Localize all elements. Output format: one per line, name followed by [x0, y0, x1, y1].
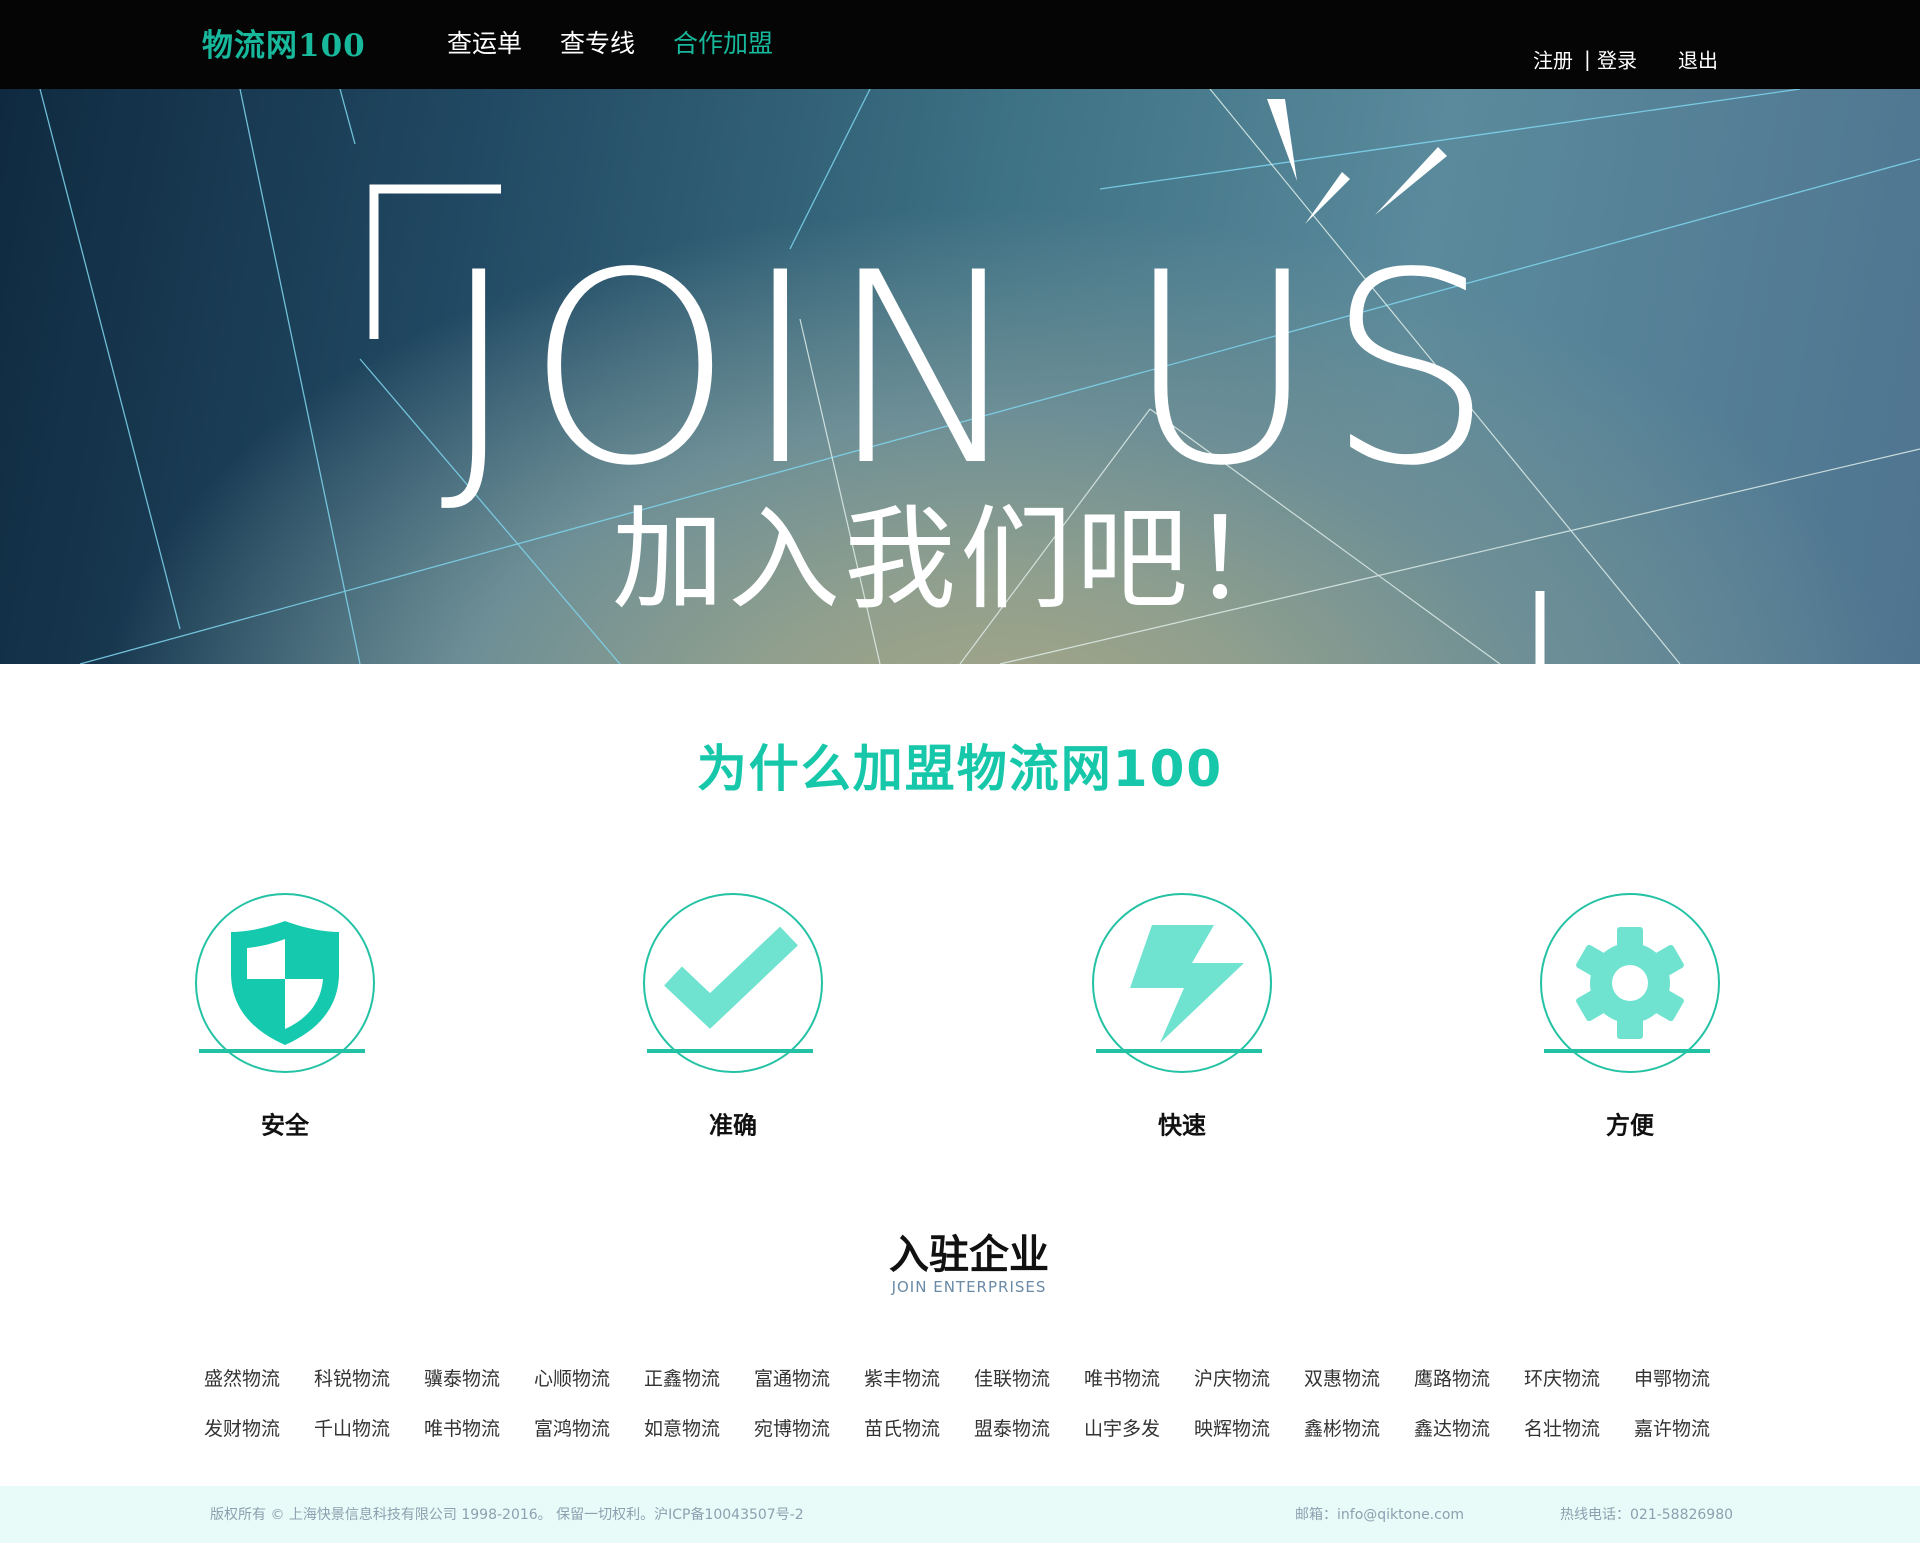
enterprises-title: 入驻企业	[889, 1232, 1049, 1278]
enterprise-item[interactable]: 科锐物流	[314, 1368, 424, 1391]
enterprise-item[interactable]: 唯书物流	[1084, 1368, 1194, 1391]
enterprise-item[interactable]: 环庆物流	[1524, 1368, 1634, 1391]
checkmark-icon	[664, 926, 798, 1029]
enterprise-item[interactable]: 佳联物流	[974, 1368, 1084, 1391]
feature-label-accurate: 准确	[709, 1111, 757, 1140]
top-navbar: 物流网100 查运单 查专线 合作加盟 注册 | 登录 退出	[0, 0, 1920, 89]
enterprise-item[interactable]: 宛博物流	[754, 1418, 864, 1441]
footer-copyright: 版权所有 © 上海快景信息科技有限公司 1998-2016。 保留一切权利。沪I…	[210, 1507, 804, 1523]
enterprise-item[interactable]: 苗氏物流	[864, 1418, 974, 1441]
enterprise-item[interactable]: 紫丰物流	[864, 1368, 974, 1391]
enterprise-item[interactable]: 鑫彬物流	[1304, 1418, 1414, 1441]
feature-label-safe: 安全	[261, 1111, 309, 1140]
enterprise-item[interactable]: 沪庆物流	[1194, 1368, 1304, 1391]
enterprise-item[interactable]: 名壮物流	[1524, 1418, 1634, 1441]
footer-email: 邮箱：info@qiktone.com	[1295, 1507, 1465, 1523]
enterprise-item[interactable]: 如意物流	[644, 1418, 754, 1441]
feature-convenient	[1540, 893, 1720, 1078]
enterprise-item[interactable]: 正鑫物流	[644, 1368, 754, 1391]
enterprise-item[interactable]: 发财物流	[204, 1418, 314, 1441]
site-logo[interactable]: 物流网100	[202, 31, 366, 62]
enterprise-item[interactable]: 嘉许物流	[1634, 1418, 1744, 1441]
nav-item-partnership[interactable]: 合作加盟	[673, 29, 773, 59]
enterprise-item[interactable]: 唯书物流	[424, 1418, 534, 1441]
enterprises-subtitle: JOIN ENTERPRISES	[891, 1278, 1047, 1296]
enterprise-item[interactable]: 盛然物流	[204, 1368, 314, 1391]
nav-item-search-lines[interactable]: 查专线	[560, 29, 635, 59]
nav-item-track-waybill[interactable]: 查运单	[447, 29, 522, 59]
shield-icon	[231, 921, 339, 1045]
enterprise-item[interactable]: 骥泰物流	[424, 1368, 534, 1391]
feature-label-fast: 快速	[1158, 1111, 1206, 1140]
why-join-title: 为什么加盟物流网100	[696, 740, 1224, 798]
enterprise-item[interactable]: 鹰路物流	[1414, 1368, 1524, 1391]
gear-icon	[1576, 927, 1684, 1039]
feature-safe	[195, 893, 375, 1078]
enterprise-item[interactable]: 盟泰物流	[974, 1418, 1084, 1441]
enterprise-item[interactable]: 申鄂物流	[1634, 1368, 1744, 1391]
feature-fast	[1092, 893, 1272, 1078]
lightning-icon	[1130, 925, 1244, 1043]
enterprise-item[interactable]: 富通物流	[754, 1368, 864, 1391]
hero-title-cn: 加入我们吧！	[612, 495, 1308, 625]
enterprise-item[interactable]: 双惠物流	[1304, 1368, 1414, 1391]
enterprise-item[interactable]: 映辉物流	[1194, 1418, 1304, 1441]
enterprise-item[interactable]: 山宇多发	[1084, 1418, 1194, 1441]
footer: 版权所有 © 上海快景信息科技有限公司 1998-2016。 保留一切权利。沪I…	[0, 1486, 1920, 1543]
enterprise-item[interactable]: 富鸿物流	[534, 1418, 644, 1441]
hero-banner: JOIN US 加入我们吧！	[0, 89, 1920, 664]
register-link[interactable]: 注册	[1533, 45, 1573, 74]
login-link[interactable]: 登录	[1597, 45, 1637, 74]
user-link-separator: |	[1584, 47, 1591, 71]
enterprise-list: 盛然物流 科锐物流 骥泰物流 心顺物流 正鑫物流 富通物流 紫丰物流 佳联物流 …	[204, 1368, 1724, 1441]
enterprise-item[interactable]: 鑫达物流	[1414, 1418, 1524, 1441]
hero-title-en: JOIN US	[440, 217, 1502, 524]
enterprise-item[interactable]: 千山物流	[314, 1418, 424, 1441]
feature-accurate	[643, 893, 823, 1078]
enterprise-item[interactable]: 心顺物流	[534, 1368, 644, 1391]
footer-hotline: 热线电话：021-58826980	[1560, 1507, 1734, 1523]
feature-label-convenient: 方便	[1606, 1111, 1654, 1140]
logout-link[interactable]: 退出	[1678, 45, 1718, 74]
